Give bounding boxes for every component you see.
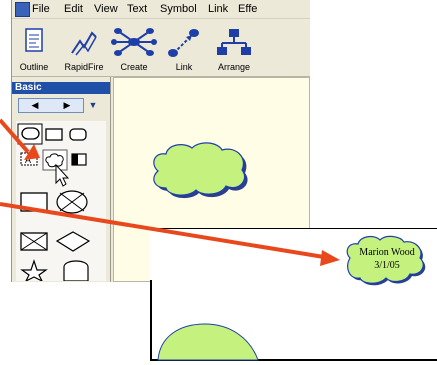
arrow-to-cloud-tool: [0, 118, 40, 160]
callout-arrows: [0, 118, 340, 266]
arrow-to-zoomed-cloud: [0, 202, 340, 266]
